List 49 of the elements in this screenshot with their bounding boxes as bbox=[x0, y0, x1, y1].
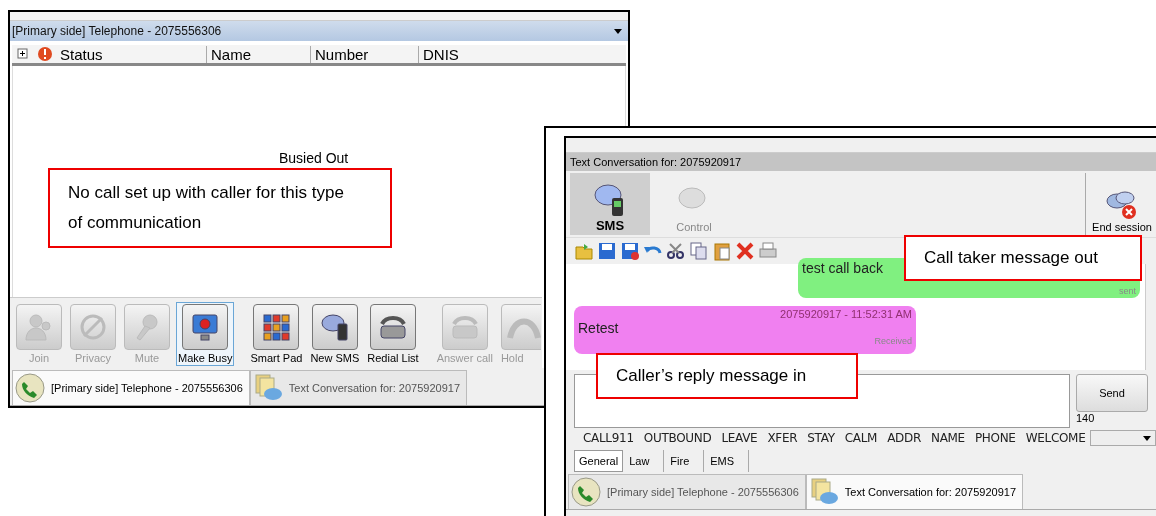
documents-chat-icon bbox=[252, 373, 283, 403]
window-tab[interactable]: Text Conversation for: 2075920917 bbox=[805, 474, 1024, 509]
delete-icon[interactable] bbox=[735, 241, 755, 261]
phone-icon bbox=[15, 373, 45, 403]
printer-icon[interactable] bbox=[758, 241, 778, 261]
column-header[interactable]: Status bbox=[56, 45, 206, 63]
panel-title: [Primary side] Telephone - 2075556306 bbox=[12, 24, 222, 38]
category-tab[interactable]: General bbox=[574, 450, 624, 472]
toolbar-button[interactable]: Make Busy bbox=[176, 302, 235, 366]
save-icon[interactable] bbox=[597, 241, 617, 261]
quick-text-button[interactable]: ADDR bbox=[882, 431, 926, 445]
dropdown-caret-icon bbox=[1143, 436, 1151, 441]
quick-text-button[interactable]: LEAVE bbox=[716, 431, 763, 445]
message-header: 2075920917 - 11:52:31 AM bbox=[780, 308, 912, 320]
message-text: Retest bbox=[578, 320, 620, 336]
expand-icon[interactable] bbox=[16, 47, 30, 61]
quick-text-button[interactable]: CALM bbox=[839, 431, 883, 445]
column-header[interactable]: Number bbox=[310, 45, 418, 63]
scissors-icon[interactable] bbox=[666, 241, 686, 261]
quick-text-button[interactable]: OUTBOUND bbox=[638, 431, 717, 445]
character-count: 140 bbox=[1076, 412, 1096, 424]
annotation-tooltip: No call set up with caller for this type of communication bbox=[48, 168, 392, 248]
quick-text-button[interactable]: WELCOME bbox=[1020, 431, 1091, 445]
status-text: Busied Out bbox=[279, 150, 349, 166]
save-icon[interactable] bbox=[620, 241, 640, 261]
dropdown-caret-icon[interactable] bbox=[614, 28, 622, 34]
annotation-tooltip: Call taker message out bbox=[904, 235, 1142, 281]
send-button[interactable]: Send bbox=[1076, 374, 1148, 412]
message-status: Received bbox=[874, 336, 912, 346]
documents-chat-icon bbox=[808, 477, 839, 507]
message-status: sent bbox=[1119, 286, 1136, 296]
panel-title: Text Conversation for: 2075920917 bbox=[566, 153, 1156, 171]
window-tab[interactable]: [Primary side] Telephone - 2075556306 bbox=[568, 474, 806, 509]
folder-icon[interactable] bbox=[574, 241, 594, 261]
clipboard-icon[interactable] bbox=[712, 241, 732, 261]
dropdown[interactable] bbox=[1090, 430, 1156, 446]
annotation-tooltip: Caller’s reply message in bbox=[596, 353, 858, 399]
quick-text-button[interactable]: PHONE bbox=[969, 431, 1021, 445]
column-header[interactable]: Name bbox=[206, 45, 310, 63]
window-tab[interactable]: [Primary side] Telephone - 2075556306 bbox=[12, 370, 250, 405]
quick-text-button[interactable]: STAY bbox=[802, 431, 840, 445]
quick-text-button[interactable]: NAME bbox=[925, 431, 970, 445]
quick-text-button[interactable]: CALL911 bbox=[578, 431, 639, 445]
mode-button[interactable]: SMS bbox=[570, 173, 650, 235]
quick-text-button[interactable]: XFER bbox=[762, 431, 803, 445]
phone-icon bbox=[571, 477, 601, 507]
column-header[interactable]: DNIS bbox=[418, 45, 528, 63]
end-session-button[interactable]: End session bbox=[1085, 173, 1152, 235]
window-tab[interactable]: Text Conversation for: 2075920917 bbox=[249, 370, 468, 405]
